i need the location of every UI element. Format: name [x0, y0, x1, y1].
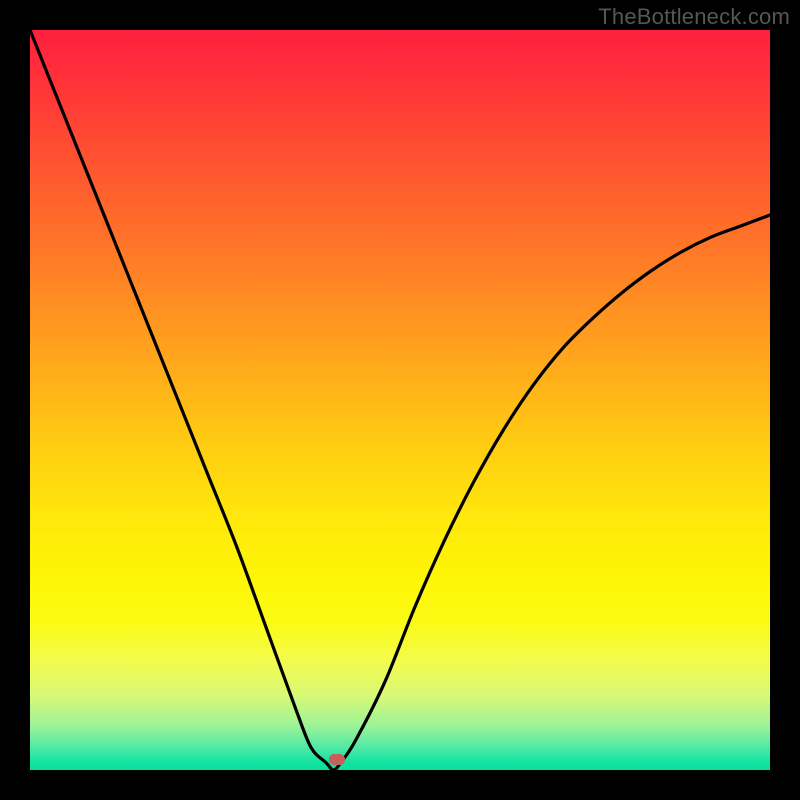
chart-frame: TheBottleneck.com: [0, 0, 800, 800]
optimum-marker: [329, 754, 345, 765]
bottleneck-curve: [30, 30, 770, 770]
plot-area: [30, 30, 770, 770]
watermark-text: TheBottleneck.com: [598, 4, 790, 30]
